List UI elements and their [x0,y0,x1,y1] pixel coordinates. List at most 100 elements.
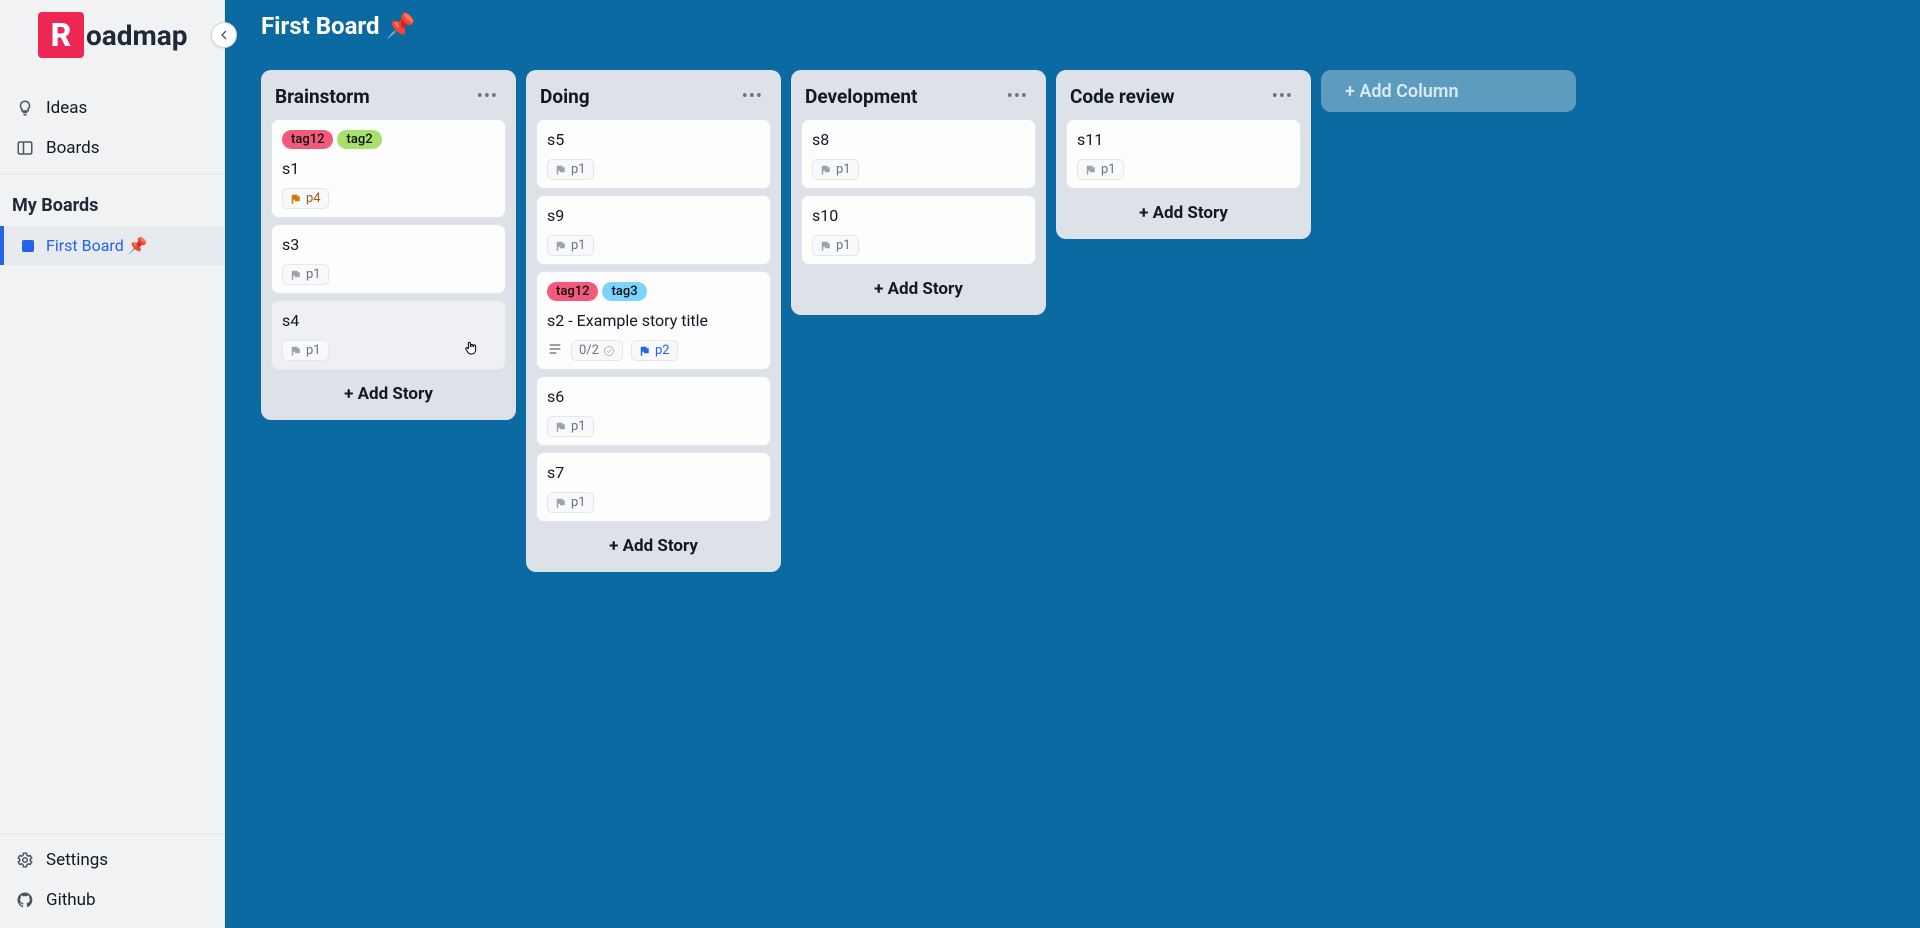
divider [0,833,224,834]
card-title: s3 [282,235,495,254]
column-title[interactable]: Development [805,85,918,108]
column-header: Development ••• [801,80,1036,119]
nav-item-ideas[interactable]: Ideas [0,88,224,128]
card-meta: p1 [547,235,760,256]
flag-icon [1085,164,1097,176]
card-title: s10 [812,206,1025,225]
column-title[interactable]: Doing [540,85,590,108]
column-cards: tag12tag2 s1 p4 s3 p1 s4 p1 [271,119,506,370]
check-circle-icon [603,345,615,357]
board-title[interactable]: First Board 📌 [261,12,415,40]
column-code-review: Code review ••• s11 p1 + Add Story [1056,70,1311,239]
app-logo: Roadmap [0,0,224,66]
primary-nav: Ideas Boards [0,88,224,168]
tasks-chip: 0/2 [571,340,623,361]
card-title: s9 [547,206,760,225]
story-card[interactable]: s9 p1 [536,195,771,265]
story-card[interactable]: s4 p1 [271,300,506,370]
board-columns: Brainstorm ••• tag12tag2 s1 p4 s3 p1 s4 … [225,46,1920,928]
card-meta: p1 [282,264,495,285]
column-header: Code review ••• [1066,80,1301,119]
flag-icon [820,240,832,252]
flag-icon [290,345,302,357]
description-icon [547,341,563,361]
story-card[interactable]: s8 p1 [801,119,1036,189]
story-card[interactable]: s11 p1 [1066,119,1301,189]
flag-icon [555,164,567,176]
tag[interactable]: tag12 [547,282,598,301]
nav-item-label: Ideas [46,98,87,118]
priority-chip: p1 [282,264,329,285]
story-card[interactable]: s3 p1 [271,224,506,294]
story-card[interactable]: s5 p1 [536,119,771,189]
nav-item-boards[interactable]: Boards [0,128,224,168]
column-brainstorm: Brainstorm ••• tag12tag2 s1 p4 s3 p1 s4 … [261,70,516,420]
card-title: s8 [812,130,1025,149]
logo-text: oadmap [86,19,188,52]
column-cards: s8 p1 s10 p1 [801,119,1036,265]
story-card[interactable]: tag12tag3 s2 - Example story title 0/2 p… [536,271,771,370]
sidebar-board-label: First Board 📌 [46,236,148,255]
flag-icon [555,240,567,252]
priority-chip: p1 [1077,159,1124,180]
column-menu-button[interactable]: ••• [738,84,767,109]
add-column-button[interactable]: + Add Column [1321,70,1576,112]
nav-item-label: Settings [46,850,108,870]
priority-chip: p1 [547,492,594,513]
priority-chip: p1 [812,235,859,256]
card-title: s4 [282,311,495,330]
nav-item-settings[interactable]: Settings [0,840,224,880]
tag[interactable]: tag2 [337,130,381,149]
gear-icon [16,851,34,869]
board-header: First Board 📌 [225,0,1920,46]
card-meta: p4 [282,188,495,209]
flag-icon [639,345,651,357]
add-story-button[interactable]: + Add Story [801,265,1036,305]
column-menu-button[interactable]: ••• [473,84,502,109]
add-story-button[interactable]: + Add Story [271,370,506,410]
card-meta: p1 [812,159,1025,180]
sidebar: Roadmap Ideas Boards My Boards First Boa… [0,0,225,928]
nav-item-github[interactable]: Github [0,880,224,920]
column-cards: s11 p1 [1066,119,1301,189]
sidebar-bottom: Settings Github [0,827,224,920]
nav-item-label: Github [46,890,96,910]
add-story-button[interactable]: + Add Story [1066,189,1301,229]
story-card[interactable]: s7 p1 [536,452,771,522]
card-title: s7 [547,463,760,482]
lightbulb-icon [16,99,34,117]
column-menu-button[interactable]: ••• [1268,84,1297,109]
card-meta: p1 [1077,159,1290,180]
board-icon [20,238,36,254]
card-meta: p1 [547,492,760,513]
card-title: s2 - Example story title [547,311,760,330]
github-icon [16,891,34,909]
priority-chip: p2 [631,340,678,361]
column-development: Development ••• s8 p1 s10 p1 + Add Story [791,70,1046,315]
story-card[interactable]: s10 p1 [801,195,1036,265]
priority-chip: p4 [282,188,329,209]
card-tags: tag12tag3 [547,282,760,301]
card-title: s11 [1077,130,1290,149]
tag[interactable]: tag12 [282,130,333,149]
divider [0,174,224,175]
column-doing: Doing ••• s5 p1 s9 p1 tag12tag3 s2 - Exa… [526,70,781,572]
add-story-button[interactable]: + Add Story [536,522,771,562]
tag[interactable]: tag3 [602,282,646,301]
sidebar-board-first-board[interactable]: First Board 📌 [0,226,224,265]
flag-icon [555,421,567,433]
collapse-sidebar-button[interactable] [211,22,237,48]
card-meta: p1 [282,340,495,361]
board-main: First Board 📌 Brainstorm ••• tag12tag2 s… [225,0,1920,928]
story-card[interactable]: tag12tag2 s1 p4 [271,119,506,218]
column-title[interactable]: Code review [1070,85,1175,108]
card-meta: p1 [547,159,760,180]
column-title[interactable]: Brainstorm [275,85,370,108]
priority-chip: p1 [547,416,594,437]
card-meta: 0/2 p2 [547,340,760,361]
card-title: s6 [547,387,760,406]
story-card[interactable]: s6 p1 [536,376,771,446]
card-meta: p1 [547,416,760,437]
column-header: Brainstorm ••• [271,80,506,119]
column-menu-button[interactable]: ••• [1003,84,1032,109]
